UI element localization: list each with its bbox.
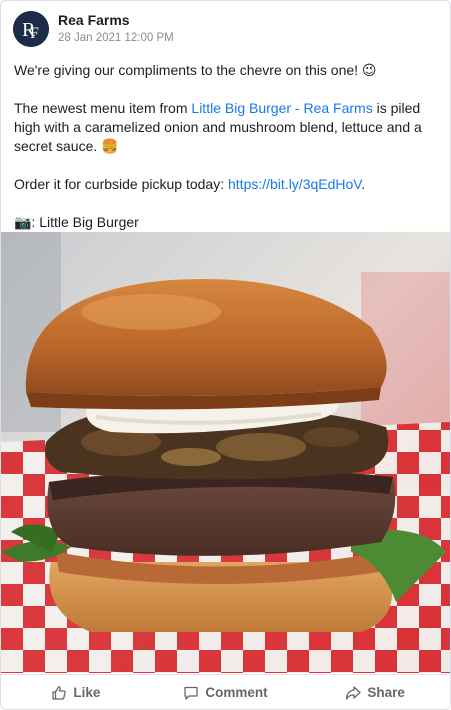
post-card: R F Rea Farms 28 Jan 2021 12:00 PM We're…	[0, 0, 451, 710]
post-photo[interactable]	[1, 232, 450, 673]
svg-text:F: F	[30, 25, 39, 42]
post-action-bar: Like Comment Share	[1, 674, 450, 709]
paragraph-3-text-start: Order it for curbside pickup today:	[14, 176, 228, 192]
share-label: Share	[367, 685, 405, 700]
paragraph-3-text-end: .	[361, 176, 366, 192]
post-line-1: We're giving our compliments to the chev…	[14, 62, 377, 78]
share-button[interactable]: Share	[300, 675, 450, 709]
paragraph-2-text-start: The newest menu item from	[14, 100, 192, 116]
comment-button[interactable]: Comment	[151, 675, 301, 709]
author-name[interactable]: Rea Farms	[58, 12, 130, 28]
like-button[interactable]: Like	[1, 675, 151, 709]
post-body: We're giving our compliments to the chev…	[14, 61, 438, 232]
comment-icon	[183, 685, 199, 701]
post-timestamp[interactable]: 28 Jan 2021 12:00 PM	[58, 32, 174, 44]
page-mention-link[interactable]: Little Big Burger - Rea Farms	[191, 100, 372, 116]
rea-farms-logo: R F	[13, 11, 49, 47]
burger-photo	[1, 232, 450, 673]
comment-label: Comment	[205, 685, 268, 700]
share-icon	[345, 685, 362, 701]
photo-credit: 📷: Little Big Burger	[14, 214, 139, 230]
post-paragraph-2: The newest menu item from Little Big Bur…	[14, 99, 438, 156]
like-label: Like	[73, 685, 101, 700]
order-url-link[interactable]: https://bit.ly/3qEdHoV	[228, 176, 361, 192]
avatar[interactable]: R F	[13, 11, 49, 47]
post-paragraph-3: Order it for curbside pickup today: http…	[14, 175, 438, 194]
thumbs-up-icon	[51, 685, 67, 701]
